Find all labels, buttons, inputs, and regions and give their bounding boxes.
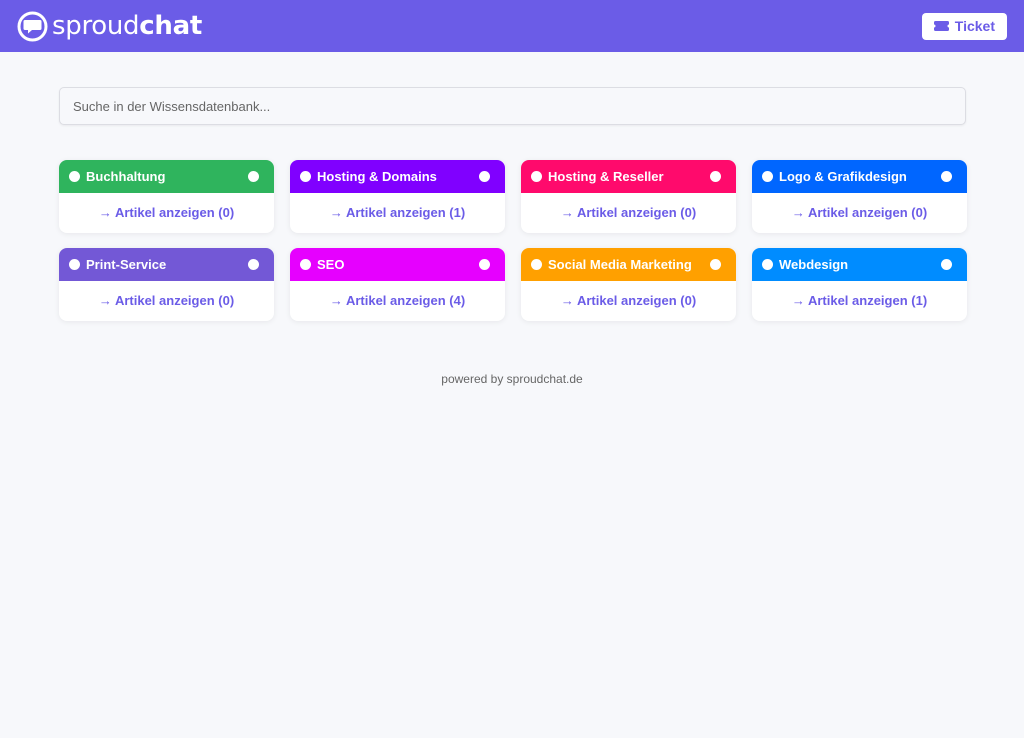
powered-by-footer: powered by sproudchat.de <box>441 372 583 386</box>
dot-icon <box>300 259 311 270</box>
search-input[interactable] <box>59 87 966 125</box>
category-title: Hosting & Reseller <box>548 169 664 184</box>
dot-icon <box>300 171 311 182</box>
category-title: SEO <box>317 257 345 272</box>
dot-icon <box>531 259 542 270</box>
category-header[interactable]: SEO <box>290 248 505 281</box>
dot-icon <box>69 171 80 182</box>
category-header[interactable]: Webdesign <box>752 248 967 281</box>
dot-icon <box>479 171 490 182</box>
category-card: Print-Service → Artikel anzeigen (0) <box>59 248 274 321</box>
category-grid: Buchhaltung → Artikel anzeigen (0) Hosti… <box>0 125 1024 321</box>
category-header[interactable]: Social Media Marketing <box>521 248 736 281</box>
category-card: Hosting & Reseller → Artikel anzeigen (0… <box>521 160 736 233</box>
brand-name-light: sproud <box>52 11 140 41</box>
show-articles-link[interactable]: → Artikel anzeigen (1) <box>290 193 505 232</box>
dot-icon <box>762 171 773 182</box>
show-articles-link[interactable]: → Artikel anzeigen (4) <box>290 281 505 320</box>
dot-icon <box>69 259 80 270</box>
dot-icon <box>941 171 952 182</box>
category-header[interactable]: Print-Service <box>59 248 274 281</box>
category-card: Webdesign → Artikel anzeigen (1) <box>752 248 967 321</box>
category-card: SEO → Artikel anzeigen (4) <box>290 248 505 321</box>
category-card: Social Media Marketing → Artikel anzeige… <box>521 248 736 321</box>
category-card: Logo & Grafikdesign → Artikel anzeigen (… <box>752 160 967 233</box>
show-articles-link[interactable]: → Artikel anzeigen (0) <box>521 281 736 320</box>
dot-icon <box>248 171 259 182</box>
category-card: Hosting & Domains → Artikel anzeigen (1) <box>290 160 505 233</box>
category-header[interactable]: Hosting & Reseller <box>521 160 736 193</box>
search-section <box>0 52 1024 125</box>
category-title: Logo & Grafikdesign <box>779 169 907 184</box>
category-title: Print-Service <box>86 257 167 272</box>
category-title: Hosting & Domains <box>317 169 437 184</box>
brand-name: sproudchat <box>52 13 202 39</box>
ticket-icon <box>933 21 949 31</box>
category-header[interactable]: Hosting & Domains <box>290 160 505 193</box>
dot-icon <box>762 259 773 270</box>
dot-icon <box>479 259 490 270</box>
show-articles-link[interactable]: → Artikel anzeigen (0) <box>59 281 274 320</box>
category-title: Social Media Marketing <box>548 257 692 272</box>
category-card: Buchhaltung → Artikel anzeigen (0) <box>59 160 274 233</box>
top-bar: sproudchat Ticket <box>0 0 1024 52</box>
dot-icon <box>710 259 721 270</box>
ticket-button-label: Ticket <box>954 18 995 34</box>
brand-name-bold: chat <box>139 11 202 41</box>
ticket-button[interactable]: Ticket <box>921 12 1007 40</box>
category-title: Webdesign <box>779 257 849 272</box>
brand-logo[interactable]: sproudchat <box>17 11 202 42</box>
category-header[interactable]: Logo & Grafikdesign <box>752 160 967 193</box>
dot-icon <box>710 171 721 182</box>
show-articles-link[interactable]: → Artikel anzeigen (0) <box>521 193 736 232</box>
show-articles-link[interactable]: → Artikel anzeigen (0) <box>752 193 967 232</box>
dot-icon <box>531 171 542 182</box>
chat-bubble-logo-icon <box>17 11 48 41</box>
category-title: Buchhaltung <box>86 169 166 184</box>
show-articles-link[interactable]: → Artikel anzeigen (1) <box>752 281 967 320</box>
dot-icon <box>941 259 952 270</box>
dot-icon <box>248 259 259 270</box>
show-articles-link[interactable]: → Artikel anzeigen (0) <box>59 193 274 232</box>
category-header[interactable]: Buchhaltung <box>59 160 274 193</box>
